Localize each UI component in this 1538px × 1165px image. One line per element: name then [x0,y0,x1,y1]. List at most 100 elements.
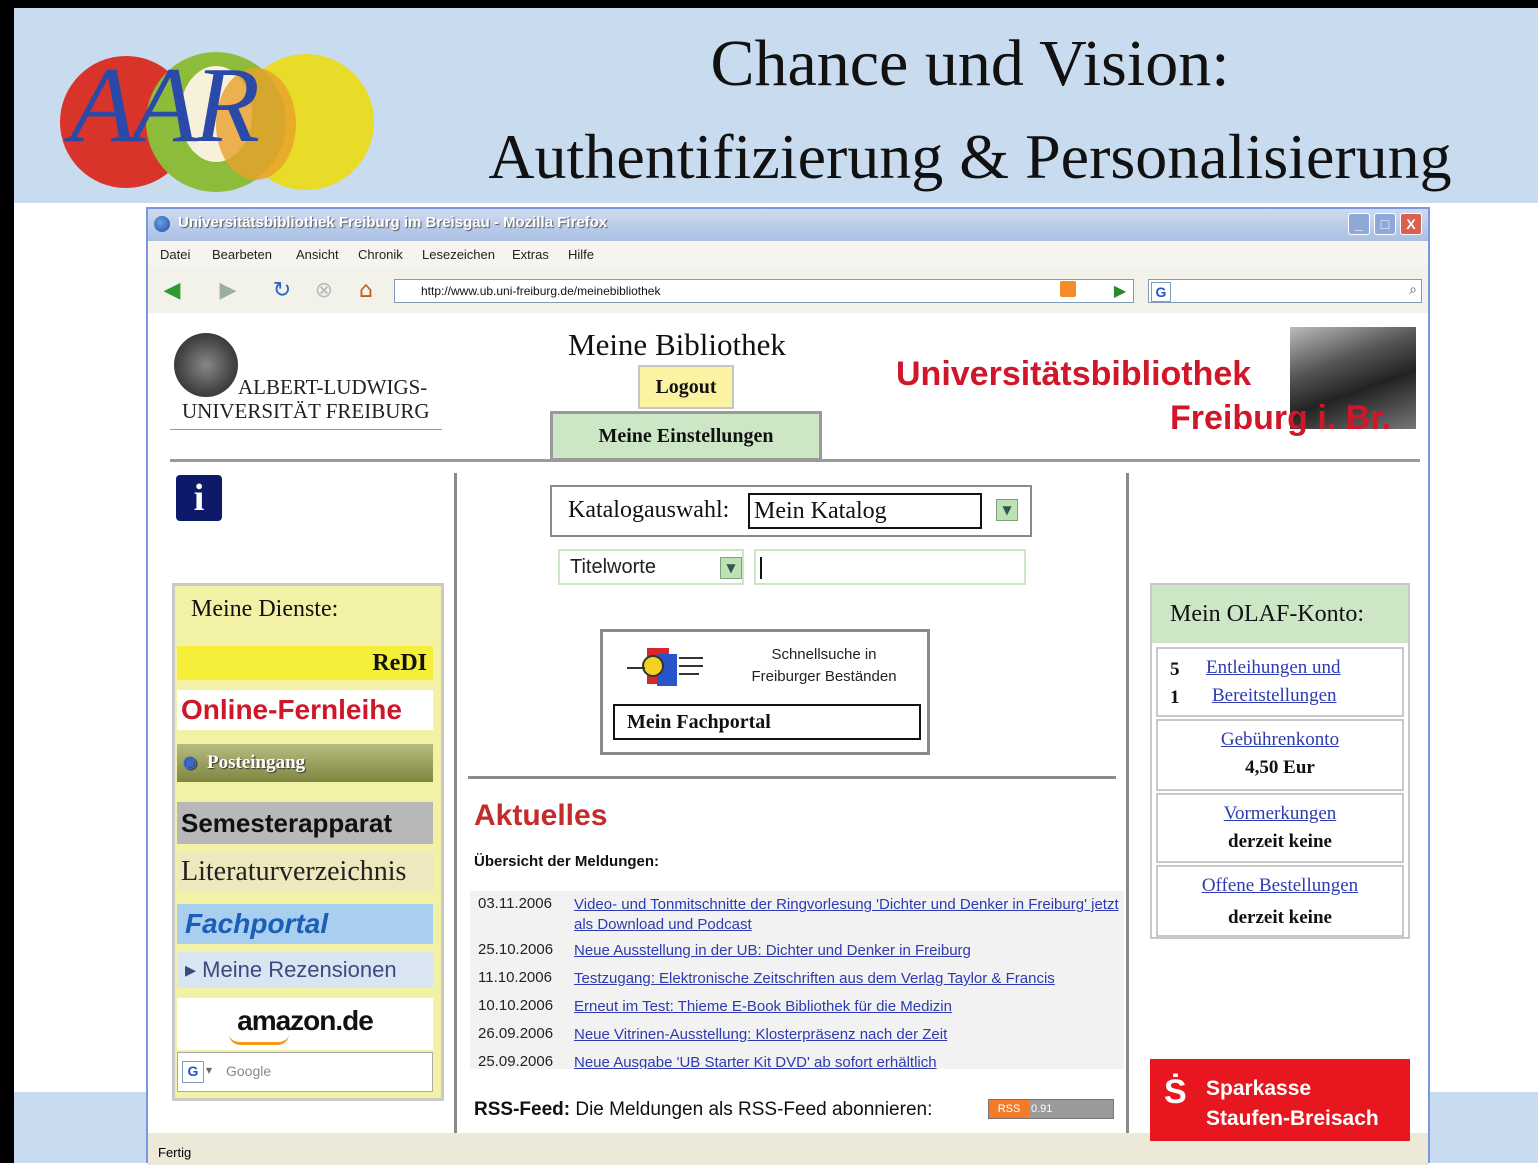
quick-search-icon[interactable] [625,644,705,690]
rss-badge-left: RSS [989,1100,1029,1118]
sparkasse-line1: Sparkasse [1206,1077,1312,1100]
rss-feed-text: Die Meldungen als RSS-Feed abonnieren: [575,1099,933,1120]
back-icon[interactable]: ◀ [158,277,186,305]
sparkasse-logo-icon: Ṡ [1164,1073,1187,1111]
maximize-button[interactable]: □ [1374,213,1396,235]
search-field-value: Titelworte [570,556,656,578]
rss-feed-label: RSS-Feed: [474,1099,571,1120]
column-divider-right [1126,473,1129,1133]
firefox-icon [154,216,170,232]
search-input[interactable] [754,549,1026,585]
go-icon[interactable]: ▶ [1106,277,1134,305]
olaf-heading: Mein OLAF-Konto: [1152,585,1408,643]
settings-button[interactable]: Meine Einstellungen [550,411,822,461]
menu-bearbeiten[interactable]: Bearbeten [212,247,272,262]
rss-feed-badge[interactable]: RSS 0.91 [988,1099,1114,1119]
column-divider-left [454,473,457,1133]
amazon-logo[interactable]: amazon.de [177,998,433,1050]
status-bar: Fertig [148,1141,1428,1165]
google-search-icon[interactable]: G [1151,282,1171,302]
fees-value: 4,50 Eur [1245,757,1315,778]
service-meine-rezensionen[interactable]: ▸ Meine Rezensionen [177,952,433,988]
university-seal-icon [174,333,238,397]
quick-search-box: Schnellsuche in Freiburger Beständen Mei… [600,629,930,755]
forward-icon[interactable]: ▶ [214,277,242,305]
page-content: ALBERT-LUDWIGS- UNIVERSITÄT FREIBURG Mei… [148,313,1428,1143]
news-link[interactable]: Neue Ausgabe 'UB Starter Kit DVD' ab sof… [574,1053,1122,1069]
menu-bar: Datei Bearbeten Ansicht Chronik Lesezeic… [148,241,1428,269]
news-date: 11.10.2006 [478,969,552,986]
service-online-fernleihe[interactable]: Online-Fernleihe [177,690,433,730]
logout-button[interactable]: Logout [638,365,734,409]
amazon-smile-icon [229,1034,289,1045]
pickup-link[interactable]: Bereitstellungen [1212,685,1337,707]
news-date: 25.10.2006 [478,941,554,958]
menu-lesezeichen[interactable]: Lesezeichen [422,247,495,262]
service-literaturverzeichnis[interactable]: Literaturverzeichnis [177,852,433,892]
menu-extras[interactable]: Extras [512,247,549,262]
olaf-orders-cell: Offene Bestellungen derzeit keine [1156,865,1404,937]
library-name-line1: Universitätsbibliothek [896,355,1252,393]
google-search-input[interactable]: Google [226,1063,271,1079]
close-button[interactable]: X [1400,213,1422,235]
service-redi[interactable]: ReDI [177,646,433,680]
menu-datei[interactable]: Datei [160,247,190,262]
slide: AAR Chance und Vision: Authentifizierung… [0,0,1538,1165]
info-icon[interactable]: i [176,475,222,521]
home-icon[interactable]: ⌂ [352,277,380,305]
pickup-count: 1 [1170,687,1180,708]
rss-feed-line: RSS-Feed: Die Meldungen als RSS-Feed abo… [474,1099,932,1121]
slide-border [0,0,1538,8]
menu-hilfe[interactable]: Hilfe [568,247,594,262]
news-date: 03.11.2006 [478,895,552,912]
reservations-value: derzeit keine [1228,831,1332,852]
service-posteingang[interactable]: ◉ Posteingang [177,744,433,782]
menu-chronik[interactable]: Chronik [358,247,403,262]
service-posteingang-label: Posteingang [207,752,306,773]
minimize-button[interactable]: _ [1348,213,1370,235]
service-semesterapparat[interactable]: Semesterapparat [177,802,433,844]
navigation-toolbar: ◀ ▶ ↻ ⊗ ⌂ http://www.ub.uni-freiburg.de/… [148,269,1428,314]
divider [170,429,442,430]
quick-search-line1: Schnellsuche in [771,646,877,663]
google-search-widget[interactable]: G ▾ Google [177,1052,433,1092]
news-link[interactable]: Neue Ausstellung in der UB: Dichter und … [574,941,1122,961]
slide-subtitle: Authentifizierung & Personalisierung [488,121,1452,192]
sparkasse-line2: Staufen-Breisach [1206,1107,1379,1130]
loans-count: 5 [1170,659,1180,680]
chevron-down-icon[interactable]: ▼ [996,499,1018,521]
reservations-link[interactable]: Vormerkungen [1158,803,1402,825]
reload-icon[interactable]: ↻ [268,277,296,305]
fees-link[interactable]: Gebührenkonto [1158,729,1402,751]
orders-link[interactable]: Offene Bestellungen [1158,875,1402,897]
title-bar: Universitätsbibliothek Freiburg im Breis… [148,209,1428,241]
services-panel: Meine Dienste: ReDI Online-Fernleihe ◉ P… [172,583,444,1101]
magnifier-icon[interactable]: ⌕ [1409,282,1417,298]
dropdown-icon[interactable]: ▾ [206,1063,212,1078]
services-heading: Meine Dienste: [191,596,339,622]
search-field-select[interactable]: Titelworte ▼ [558,549,744,585]
quick-search-link[interactable]: Schnellsuche in Freiburger Beständen [729,644,919,688]
url-bar[interactable]: http://www.ub.uni-freiburg.de/meinebibli… [394,279,1134,303]
news-link[interactable]: Erneut im Test: Thieme E-Book Bibliothek… [574,997,1122,1017]
slide-border-left [0,0,14,1163]
university-name-line2: UNIVERSITÄT FREIBURG [182,399,430,423]
news-link[interactable]: Testzugang: Elektronische Zeitschriften … [574,969,1122,989]
rss-icon[interactable] [1060,281,1076,297]
sparkasse-banner[interactable]: Ṡ Sparkasse Staufen-Breisach [1150,1059,1410,1143]
loans-link[interactable]: Entleihungen und [1206,657,1341,679]
news-link[interactable]: Neue Vitrinen-Ausstellung: Klosterpräsen… [574,1025,1122,1045]
orders-value: derzeit keine [1228,907,1332,928]
news-link[interactable]: Video- und Tonmitschnitte der Ringvorles… [574,895,1122,935]
stop-icon[interactable]: ⊗ [310,277,338,305]
olaf-account-panel: Mein OLAF-Konto: 5 Entleihungen und 1 Be… [1150,583,1410,939]
service-fachportal[interactable]: Fachportal [177,904,433,944]
fachportal-input[interactable]: Mein Fachportal [613,704,921,740]
aar-logo-text: AAR [70,46,260,165]
catalog-select[interactable]: Mein Katalog [748,493,982,529]
university-name-line1: ALBERT-LUDWIGS- [238,375,428,399]
search-field[interactable]: G ⌕ [1148,279,1422,303]
menu-ansicht[interactable]: Ansicht [296,247,339,262]
chevron-down-icon[interactable]: ▼ [720,557,742,579]
status-text: Fertig [158,1145,192,1160]
